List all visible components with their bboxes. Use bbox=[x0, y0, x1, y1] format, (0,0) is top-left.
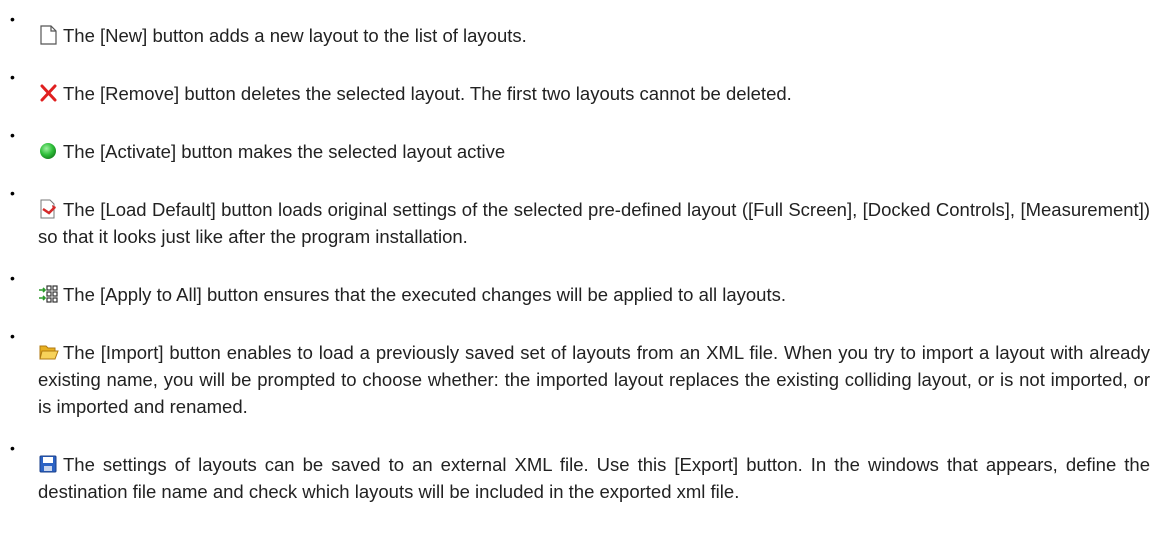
save-floppy-icon bbox=[38, 454, 60, 474]
bullet: • bbox=[10, 270, 15, 286]
item-text: The [Load Default] button loads original… bbox=[38, 199, 1150, 247]
bullet: • bbox=[10, 127, 15, 143]
list-item-import: • The [Import] button enables to load a … bbox=[10, 329, 1150, 420]
list-item-activate: • The [Activate] button makes the select… bbox=[10, 128, 1150, 165]
list-item-apply-to-all: • The [Apply to All] button ensures that… bbox=[10, 271, 1150, 308]
item-text: The [New] button adds a new layout to th… bbox=[63, 25, 527, 46]
item-text: The [Remove] button deletes the selected… bbox=[63, 83, 792, 104]
list-item-load-default: • The [Load Default] button loads origin… bbox=[10, 186, 1150, 250]
list-item-export: • The settings of layouts can be saved t… bbox=[10, 441, 1150, 505]
load-default-icon bbox=[38, 199, 60, 219]
bullet: • bbox=[10, 69, 15, 85]
item-text: The [Activate] button makes the selected… bbox=[63, 141, 506, 162]
bullet: • bbox=[10, 185, 15, 201]
green-dot-icon bbox=[38, 141, 60, 161]
bullet: • bbox=[10, 11, 15, 27]
new-document-icon bbox=[38, 25, 60, 45]
apply-to-all-icon bbox=[38, 284, 60, 304]
item-text: The [Import] button enables to load a pr… bbox=[38, 342, 1150, 417]
open-folder-icon bbox=[38, 342, 60, 362]
item-text: The settings of layouts can be saved to … bbox=[38, 454, 1150, 502]
bullet: • bbox=[10, 440, 15, 456]
list-item-new: • The [New] button adds a new layout to … bbox=[10, 12, 1150, 49]
remove-x-icon bbox=[38, 83, 60, 103]
list-item-remove: • The [Remove] button deletes the select… bbox=[10, 70, 1150, 107]
bullet: • bbox=[10, 328, 15, 344]
item-text: The [Apply to All] button ensures that t… bbox=[63, 284, 786, 305]
